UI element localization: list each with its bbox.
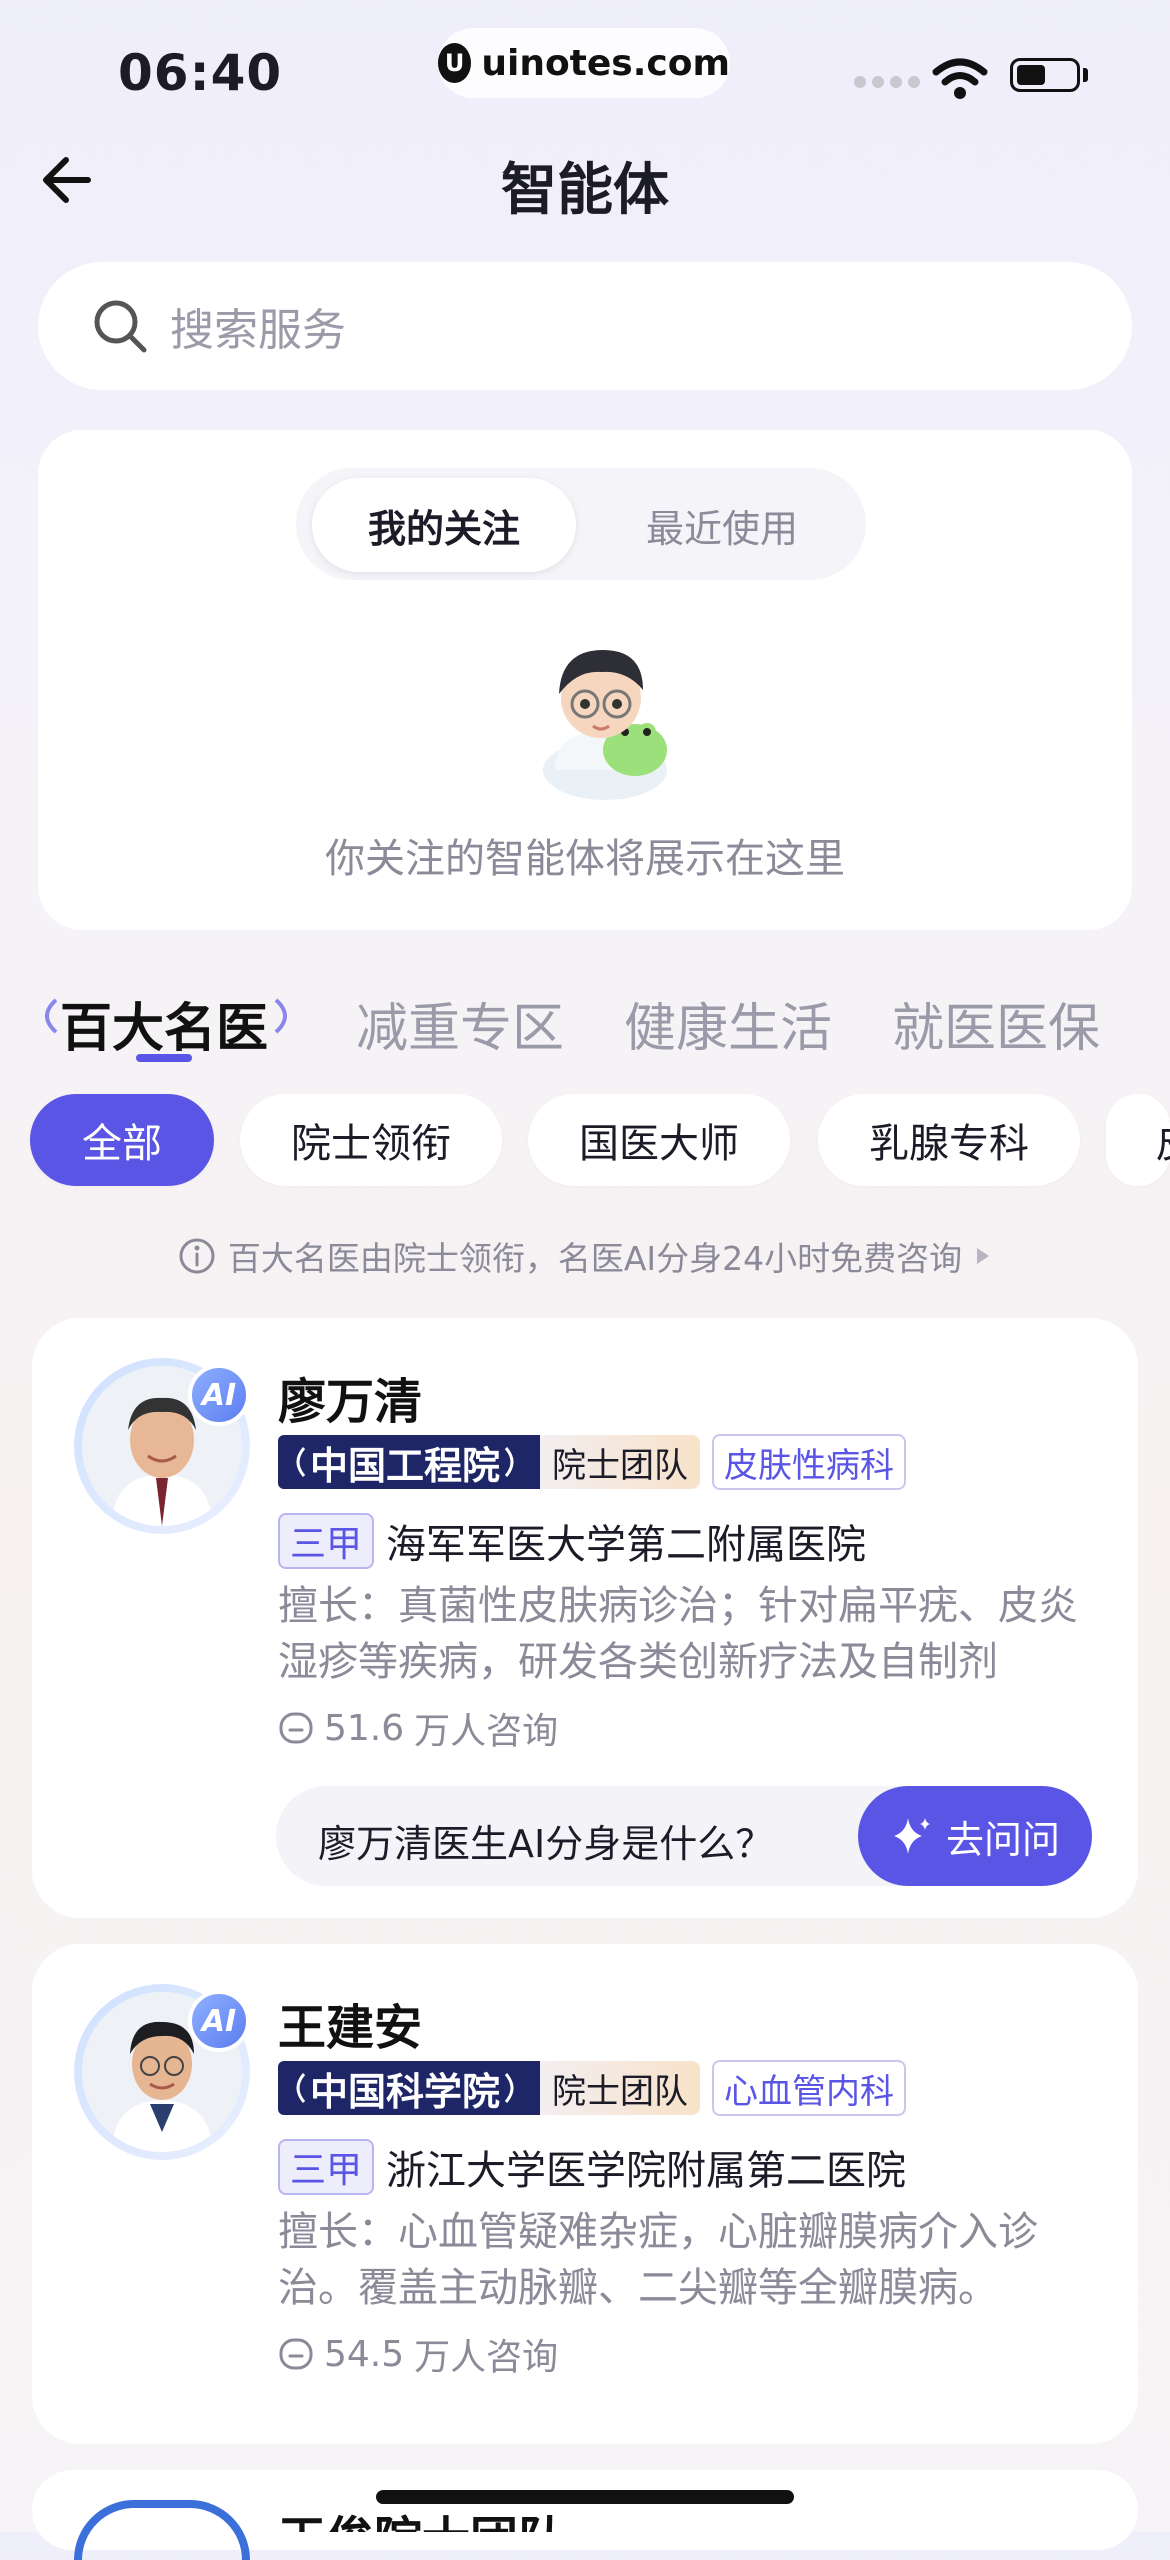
chip-breast[interactable]: 乳腺专科	[818, 1094, 1080, 1186]
sparkle-icon	[893, 1818, 930, 1854]
doctor-desc: 擅长：真菌性皮肤病诊治；针对扁平疣、皮炎 湿疹等疾病，研发各类创新疗法及自制剂	[278, 1583, 1078, 1685]
search-icon	[94, 300, 147, 353]
doctor-tags: 中国工程院 院士团队 皮肤性病科	[278, 1434, 907, 1490]
page-title: 智能体	[501, 158, 669, 223]
org-tag: 中国科学院	[278, 2061, 541, 2115]
doctor-name: 王俊院士团队	[278, 2500, 566, 2532]
ai-badge: AI	[188, 1364, 250, 1426]
info-line: 百大名医由院士领衔，名医AI分身24小时免费咨询	[0, 1232, 1170, 1280]
laurel-icon	[504, 2073, 514, 2103]
consult-count: 54.5 万人咨询	[278, 2328, 558, 2380]
tab-my-follows[interactable]: 我的关注	[312, 478, 576, 572]
tab-healthy-life[interactable]: 健康生活	[624, 986, 832, 1061]
laurel-right-icon	[274, 998, 287, 1034]
consult-count: 51.6 万人咨询	[278, 1702, 558, 1754]
home-indicator	[376, 2490, 794, 2504]
url-pill[interactable]: U uinotes.com	[438, 28, 730, 98]
info-text: 百大名医由院士领衔，名医AI分身24小时免费咨询	[227, 1239, 963, 1278]
site-logo-icon: U	[438, 43, 472, 83]
status-time: 06:40	[118, 44, 283, 102]
doctor-desc: 擅长：心血管疑难杂症，心脏瓣膜病介入诊 治。覆盖主动脉瓣、二尖瓣等全瓣膜病。	[278, 2209, 1038, 2311]
chat-icon	[279, 2338, 313, 2370]
battery-tip	[1083, 68, 1088, 82]
wifi-icon	[932, 58, 988, 99]
team-tag: 院士团队	[540, 2061, 701, 2115]
cellular-signal-icon	[854, 76, 920, 88]
laurel-left-icon	[45, 998, 58, 1034]
doctor-name: 王建安	[278, 2000, 423, 2056]
active-tab-indicator	[136, 1054, 192, 1062]
dept-tag: 皮肤性病科	[712, 1434, 907, 1490]
hospital-row: 三甲 海军军医大学第二附属医院	[278, 1512, 866, 1570]
doctor-tags: 中国科学院 院士团队 心血管内科	[278, 2060, 907, 2116]
ask-question[interactable]: 廖万清医生AI分身是什么？	[318, 1813, 773, 1868]
tab-weight-loss[interactable]: 减重专区	[356, 986, 564, 1061]
chip-all[interactable]: 全部	[30, 1094, 214, 1186]
play-triangle-icon	[977, 1248, 990, 1264]
search-input[interactable]: 搜索服务	[38, 262, 1132, 390]
info-icon	[179, 1238, 215, 1274]
hospital-name: 浙江大学医学院附属第二医院	[386, 2148, 907, 2194]
org-tag: 中国工程院	[278, 1435, 541, 1489]
mascot-illustration	[543, 650, 667, 800]
laurel-icon	[296, 1447, 306, 1477]
tab-medical-insurance[interactable]: 就医医保	[892, 986, 1100, 1061]
dept-tag: 心血管内科	[712, 2060, 907, 2116]
chip-national-master[interactable]: 国医大师	[528, 1094, 790, 1186]
team-tag: 院士团队	[540, 1435, 701, 1489]
chip-academician[interactable]: 院士领衔	[240, 1094, 502, 1186]
empty-follow-text: 你关注的智能体将展示在这里	[325, 836, 845, 882]
hospital-name: 海军军医大学第二附属医院	[386, 1522, 867, 1568]
hospital-level-tag: 三甲	[278, 2139, 375, 2195]
chip-dermatology[interactable]: 皮	[1106, 1094, 1170, 1186]
ai-badge: AI	[188, 1990, 250, 2052]
doctor-name: 廖万清	[278, 1374, 423, 1430]
tab-top-doctors[interactable]: 百大名医	[60, 986, 268, 1061]
laurel-icon	[296, 2073, 306, 2103]
laurel-icon	[504, 1447, 514, 1477]
doctor-name-clip: 王俊院士团队	[278, 2500, 566, 2532]
chat-icon	[279, 1712, 313, 1744]
search-placeholder: 搜索服务	[170, 305, 346, 356]
ask-button[interactable]: 去问问	[858, 1786, 1092, 1886]
url-text: uinotes.com	[481, 42, 730, 84]
hospital-row: 三甲 浙江大学医学院附属第二医院	[278, 2138, 906, 2196]
tab-recent[interactable]: 最近使用	[590, 478, 854, 572]
hospital-level-tag: 三甲	[278, 1513, 375, 1569]
battery-icon	[1010, 58, 1080, 92]
